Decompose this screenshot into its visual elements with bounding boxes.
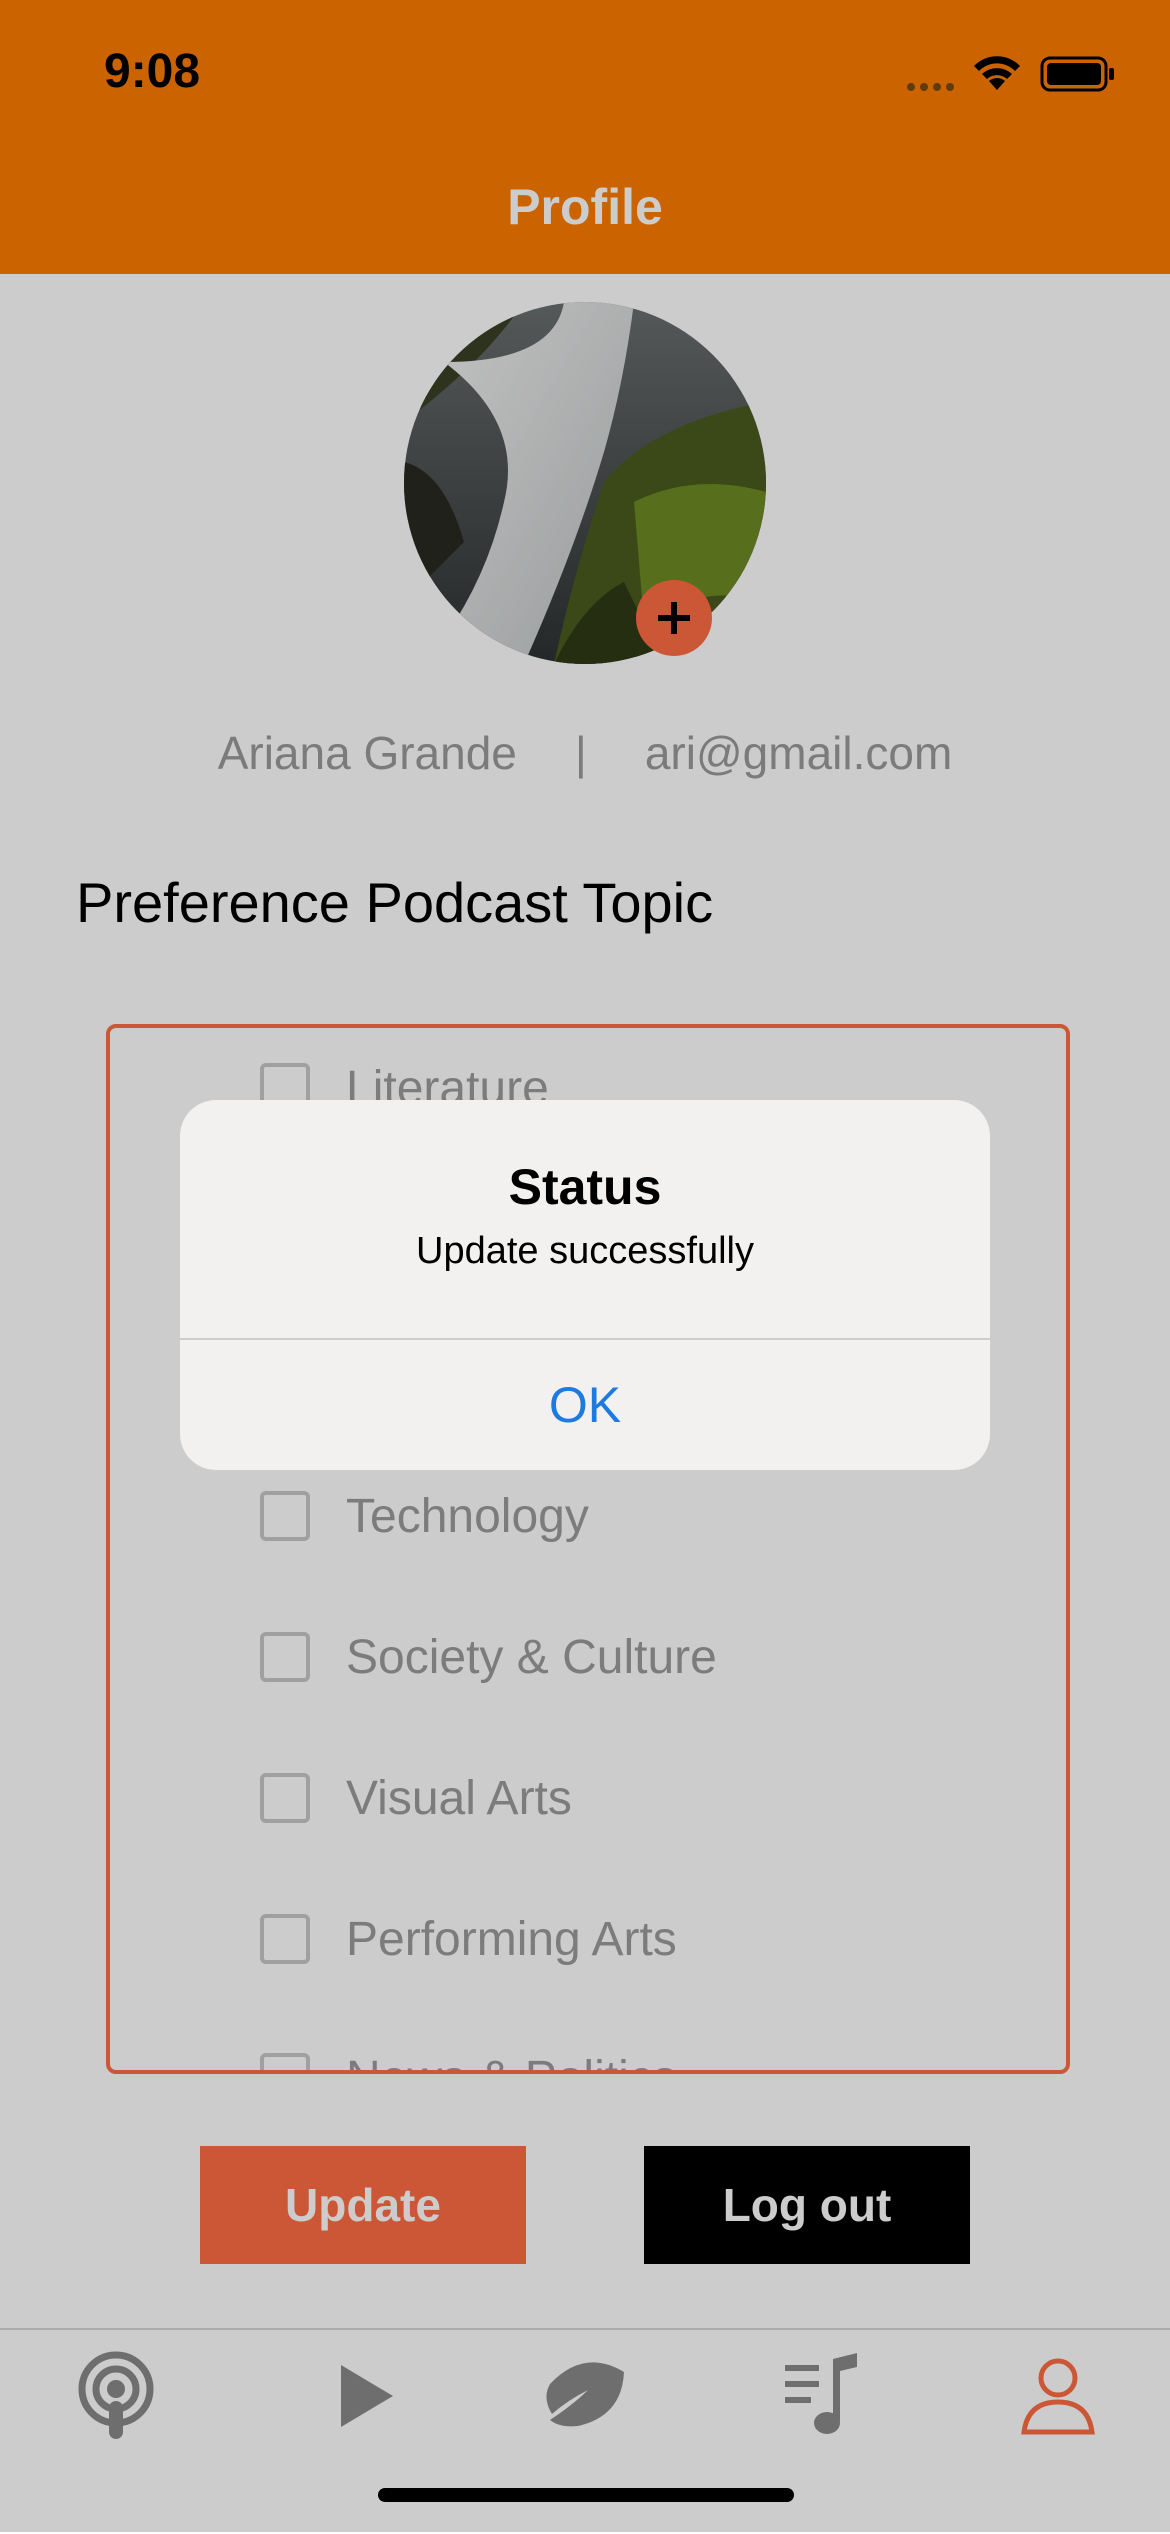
alert-message: Update successfully	[416, 1230, 754, 1272]
alert-ok-button[interactable]: OK	[180, 1340, 990, 1470]
alert-title: Status	[508, 1159, 662, 1215]
status-alert: Status Update successfully OK	[180, 1100, 990, 1470]
